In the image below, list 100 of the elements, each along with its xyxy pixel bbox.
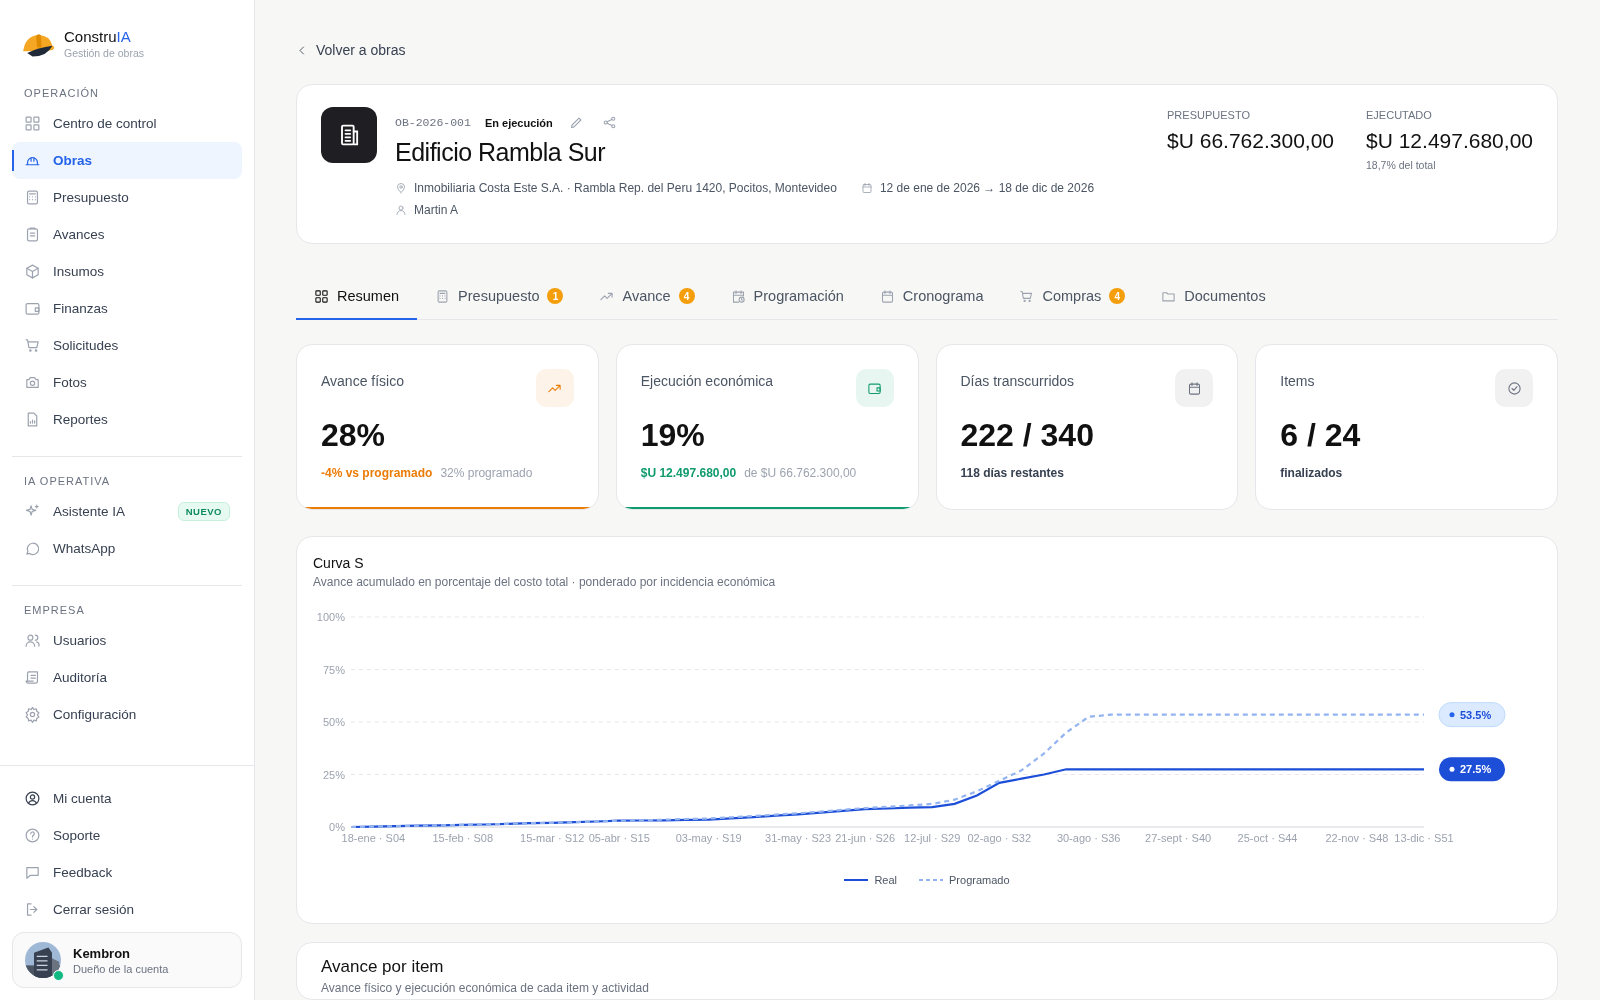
stat-value: 28% xyxy=(321,417,387,454)
grid-icon xyxy=(314,288,329,304)
nav-item[interactable]: Reportes xyxy=(12,401,242,438)
calculator-icon xyxy=(24,189,41,206)
x-axis-label: 03-may · S19 xyxy=(675,832,742,844)
project-location: Inmobiliaria Costa Este S.A. · Rambla Rep. del Peru 1420, Pocitos, Montevideo xyxy=(414,181,837,195)
value-badge: 27.5% xyxy=(1439,757,1505,782)
camera-icon xyxy=(24,374,41,391)
y-axis-label: 50% xyxy=(322,716,345,728)
project-dates: 12 de ene de 2026 → 18 de dic de 2026 xyxy=(879,181,1095,195)
x-axis-label: 30-ago · S36 xyxy=(1056,832,1121,844)
chart-title: Curva S xyxy=(313,555,365,571)
nav-item[interactable]: Feedback xyxy=(12,854,242,891)
x-axis-label: 18-ene · S04 xyxy=(341,832,406,844)
x-axis-label: 22-nov · S48 xyxy=(1325,832,1389,844)
user-name: Kembron xyxy=(73,945,132,961)
share-icon xyxy=(601,115,617,130)
x-axis-label: 13-dic · S51 xyxy=(1394,832,1454,844)
stat-note: finalizados xyxy=(1280,466,1343,480)
value-badge: 53.5% xyxy=(1438,702,1506,728)
nav-item[interactable]: Avances xyxy=(12,216,242,253)
message-icon xyxy=(24,864,41,881)
nav-item[interactable]: Asistente IA NUEVO xyxy=(12,493,242,530)
stat-title: Items xyxy=(1280,373,1315,389)
nav-item[interactable]: Finanzas xyxy=(12,290,242,327)
section-title: EMPRESA xyxy=(23,603,86,618)
x-axis-label: 31-may · S23 xyxy=(765,832,832,844)
help-icon xyxy=(24,827,41,844)
tab[interactable]: Resumen xyxy=(296,274,418,320)
section-title: Avance por item xyxy=(321,957,445,977)
x-axis-label: 25-oct · S44 xyxy=(1237,832,1298,844)
user-circle-icon xyxy=(24,790,41,807)
tab[interactable]: Avance 4 xyxy=(581,274,713,320)
edit-icon xyxy=(568,115,584,130)
stat-note: $U 12.497.680,00 xyxy=(640,466,737,480)
calculator-icon xyxy=(435,288,451,304)
nav-item[interactable]: Usuarios xyxy=(12,622,242,659)
figure-label: PRESUPUESTO xyxy=(1167,109,1251,121)
count-badge: 4 xyxy=(1109,288,1126,304)
grid-icon xyxy=(24,115,41,132)
cart-icon xyxy=(1019,288,1035,304)
nav-item[interactable]: Centro de control xyxy=(12,105,242,142)
back-link[interactable]: Volver a obras xyxy=(296,42,1558,58)
check-circle-icon xyxy=(1506,380,1522,396)
users-icon xyxy=(24,632,41,649)
x-axis-label: 15-feb · S08 xyxy=(432,832,494,844)
building-icon xyxy=(321,107,377,163)
cart-icon xyxy=(24,337,41,354)
tab[interactable]: Programación xyxy=(712,274,862,320)
y-axis-label: 25% xyxy=(322,768,345,781)
nav-item[interactable]: Mi cuenta xyxy=(12,780,242,817)
box-icon xyxy=(24,263,41,280)
x-axis-label: 02-ago · S32 xyxy=(967,832,1032,844)
tab[interactable]: Documentos xyxy=(1143,274,1284,320)
nav-item[interactable]: Soporte xyxy=(12,817,242,854)
tab[interactable]: Cronograma xyxy=(861,274,1002,320)
nav-item[interactable]: Insumos xyxy=(12,253,242,290)
figure-note: 18,7% del total xyxy=(1366,159,1437,171)
x-axis-label: 15-mar · S12 xyxy=(520,832,585,844)
settings-icon xyxy=(24,706,41,723)
chat-bubble-icon xyxy=(24,540,41,557)
legend-label: Real xyxy=(874,874,898,886)
count-badge: 1 xyxy=(547,288,564,304)
nav-item[interactable]: WhatsApp xyxy=(12,530,242,567)
figure-label: EJECUTADO xyxy=(1366,109,1433,121)
nav-item[interactable]: Configuración xyxy=(12,696,242,733)
figure-value: $U 12.497.680,00 xyxy=(1366,129,1533,153)
x-axis-label: 27-sept · S40 xyxy=(1145,832,1212,844)
nav-item[interactable]: Solicitudes xyxy=(12,327,242,364)
figure-value: $U 66.762.300,00 xyxy=(1167,129,1334,153)
nav-item[interactable]: Fotos xyxy=(12,364,242,401)
nav-item[interactable]: Presupuesto xyxy=(12,179,242,216)
new-badge: NUEVO xyxy=(177,502,230,521)
project-code: OB-2026-001 xyxy=(395,116,471,129)
stat-value: 222 / 340 xyxy=(960,417,1095,454)
line-swatch-icon xyxy=(844,878,869,882)
chart-subtitle: Avance acumulado en porcentaje del costo total · ponderado por incidencia económica xyxy=(313,575,777,589)
stat-note-secondary: 32% programado xyxy=(440,466,533,480)
project-title: Edificio Rambla Sur xyxy=(395,138,607,167)
user-card[interactable]: Kembron Dueño de la cuenta xyxy=(12,932,242,988)
stat-title: Avance físico xyxy=(321,373,404,389)
x-axis-label: 21-jun · S26 xyxy=(835,832,896,844)
stat-title: Días transcurridos xyxy=(960,373,1075,389)
tab[interactable]: Presupuesto 1 xyxy=(417,274,582,320)
nav-item[interactable]: Obras xyxy=(12,142,242,179)
user-role: Dueño de la cuenta xyxy=(73,962,169,975)
wallet-icon xyxy=(24,300,41,317)
section-subtitle: Avance físico y ejecución económica de cada item y actividad xyxy=(321,981,650,995)
tab[interactable]: Compras 4 xyxy=(1001,274,1144,320)
brand-tagline: Gestión de obras xyxy=(64,47,144,59)
stat-note: 118 días restantes xyxy=(960,466,1064,480)
project-manager: Martin A xyxy=(414,203,458,217)
project-status: En ejecución xyxy=(484,116,553,129)
y-axis-label: 75% xyxy=(322,663,345,676)
nav-item[interactable]: Auditoría xyxy=(12,659,242,696)
stat-note-secondary: de $U 66.762.300,00 xyxy=(744,466,857,480)
calendar-icon xyxy=(1186,380,1202,396)
person-icon xyxy=(395,204,407,216)
x-axis-label: 12-jul · S29 xyxy=(904,832,961,844)
nav-item[interactable]: Cerrar sesión xyxy=(12,891,242,928)
